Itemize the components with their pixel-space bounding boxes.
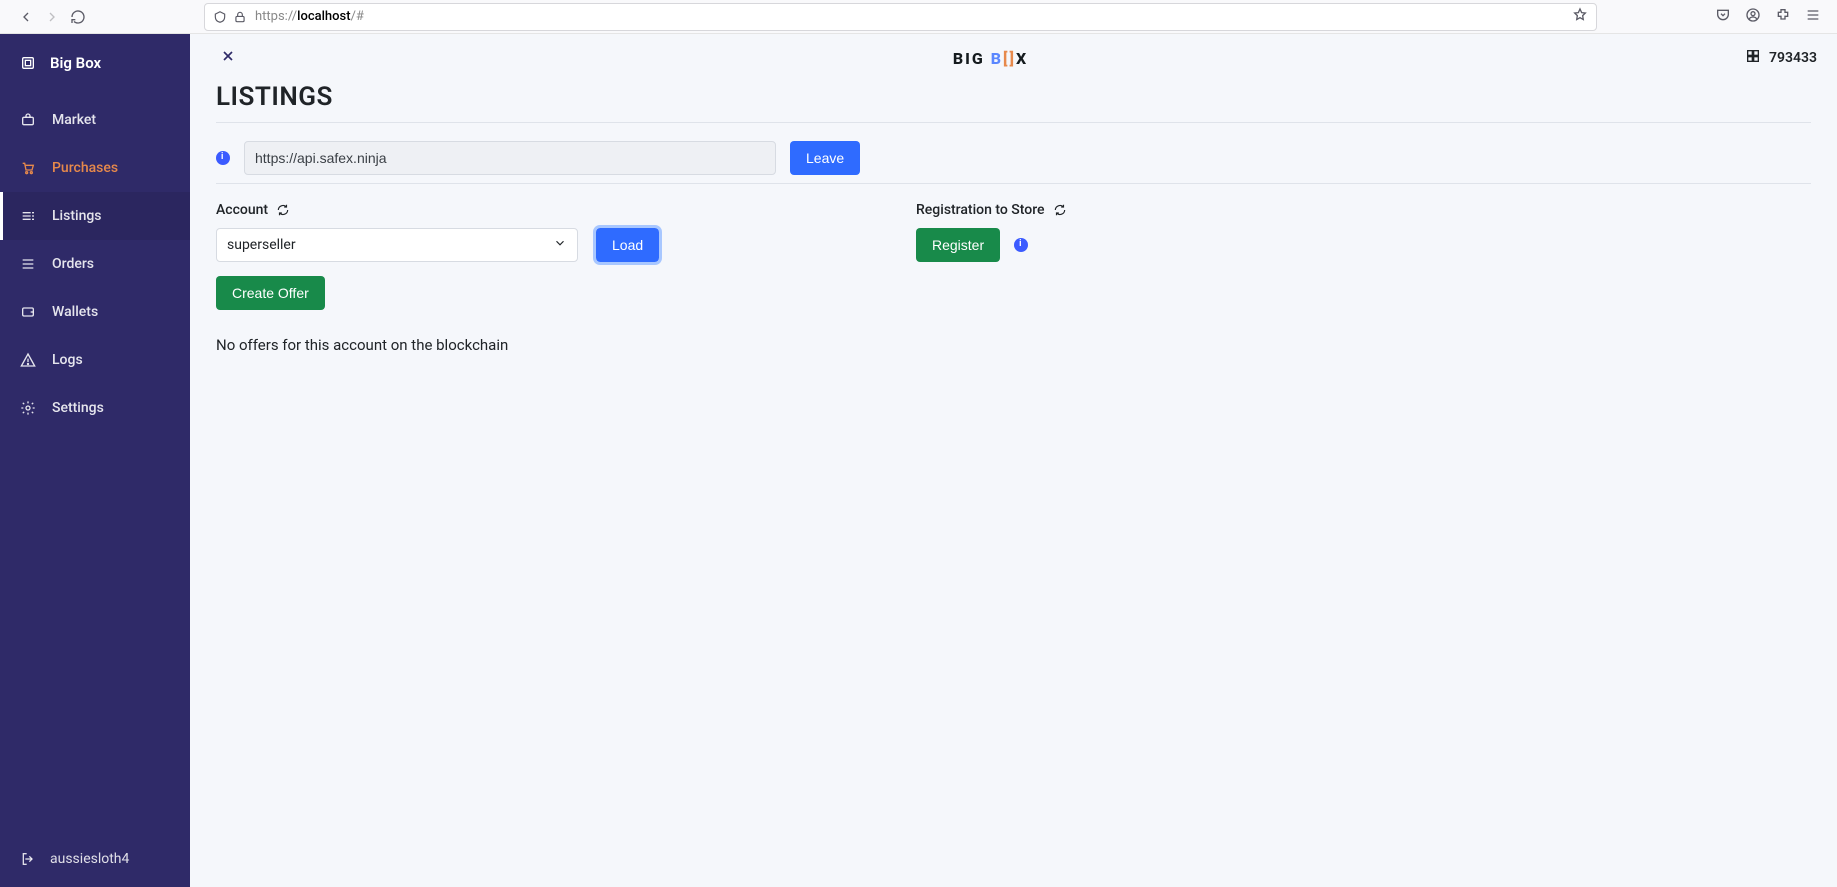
sidebar-item-label: Listings bbox=[52, 208, 102, 224]
sidebar-item-label: Wallets bbox=[52, 304, 98, 320]
register-label: Registration to Store bbox=[916, 202, 1045, 218]
sidebar-item-market[interactable]: Market bbox=[0, 96, 190, 144]
sidebar-item-settings[interactable]: Settings bbox=[0, 384, 190, 432]
create-offer-button[interactable]: Create Offer bbox=[216, 276, 325, 310]
api-url-input[interactable] bbox=[244, 141, 776, 175]
listings-icon bbox=[20, 208, 36, 224]
sidebar-item-label: Settings bbox=[52, 400, 104, 416]
page-title: LISTINGS bbox=[216, 82, 1811, 112]
url-text: https://localhost/# bbox=[255, 9, 364, 24]
back-button[interactable] bbox=[18, 9, 34, 25]
sidebar-item-label: Orders bbox=[52, 256, 94, 272]
account-select[interactable]: superseller bbox=[216, 228, 578, 262]
lock-icon bbox=[233, 10, 247, 24]
wallet-icon bbox=[20, 304, 36, 320]
info-icon[interactable] bbox=[216, 151, 230, 165]
orders-icon bbox=[20, 256, 36, 272]
app-logo-icon bbox=[20, 55, 36, 71]
sidebar-item-wallets[interactable]: Wallets bbox=[0, 288, 190, 336]
close-button[interactable] bbox=[220, 48, 236, 68]
refresh-accounts-icon[interactable] bbox=[276, 203, 290, 217]
pocket-icon[interactable] bbox=[1715, 7, 1731, 27]
top-toolbar: BIG B[]X 793433 bbox=[190, 34, 1837, 82]
sidebar: Big Box Market Purchases Listings Orders… bbox=[0, 34, 190, 887]
account-label: Account bbox=[216, 202, 268, 218]
block-counter: 793433 bbox=[1745, 48, 1817, 68]
browser-chrome: https://localhost/# bbox=[0, 0, 1837, 34]
shield-icon bbox=[213, 10, 227, 24]
sidebar-user[interactable]: aussiesloth4 bbox=[0, 835, 190, 887]
menu-icon[interactable] bbox=[1805, 7, 1821, 27]
sidebar-item-logs[interactable]: Logs bbox=[0, 336, 190, 384]
no-offers-message: No offers for this account on the blockc… bbox=[216, 336, 1811, 354]
sidebar-item-label: Market bbox=[52, 112, 96, 128]
cart-icon bbox=[20, 160, 36, 176]
chevron-down-icon bbox=[553, 236, 567, 254]
sidebar-item-orders[interactable]: Orders bbox=[0, 240, 190, 288]
logout-icon bbox=[20, 851, 36, 867]
alert-icon bbox=[20, 352, 36, 368]
leave-button[interactable]: Leave bbox=[790, 141, 860, 175]
url-bar[interactable]: https://localhost/# bbox=[204, 3, 1597, 31]
register-button[interactable]: Register bbox=[916, 228, 1000, 262]
refresh-button[interactable] bbox=[70, 9, 86, 25]
load-button[interactable]: Load bbox=[596, 228, 659, 262]
bookmark-star-icon[interactable] bbox=[1572, 7, 1588, 27]
register-info-icon[interactable] bbox=[1014, 238, 1028, 252]
account-selected-value: superseller bbox=[227, 237, 296, 253]
sidebar-item-label: Purchases bbox=[52, 160, 118, 176]
refresh-store-icon[interactable] bbox=[1053, 203, 1067, 217]
block-count-value: 793433 bbox=[1769, 50, 1817, 66]
sidebar-header: Big Box bbox=[0, 34, 190, 92]
toolbar-logo: BIG B[]X bbox=[236, 49, 1745, 68]
account-icon[interactable] bbox=[1745, 7, 1761, 27]
user-name: aussiesloth4 bbox=[50, 851, 129, 867]
blocks-icon bbox=[1745, 48, 1761, 68]
sidebar-item-label: Logs bbox=[52, 352, 83, 368]
app-title: Big Box bbox=[50, 54, 101, 72]
sidebar-item-listings[interactable]: Listings bbox=[0, 192, 190, 240]
forward-button[interactable] bbox=[44, 9, 60, 25]
gear-icon bbox=[20, 400, 36, 416]
briefcase-icon bbox=[20, 112, 36, 128]
extensions-icon[interactable] bbox=[1775, 7, 1791, 27]
sidebar-item-purchases[interactable]: Purchases bbox=[0, 144, 190, 192]
